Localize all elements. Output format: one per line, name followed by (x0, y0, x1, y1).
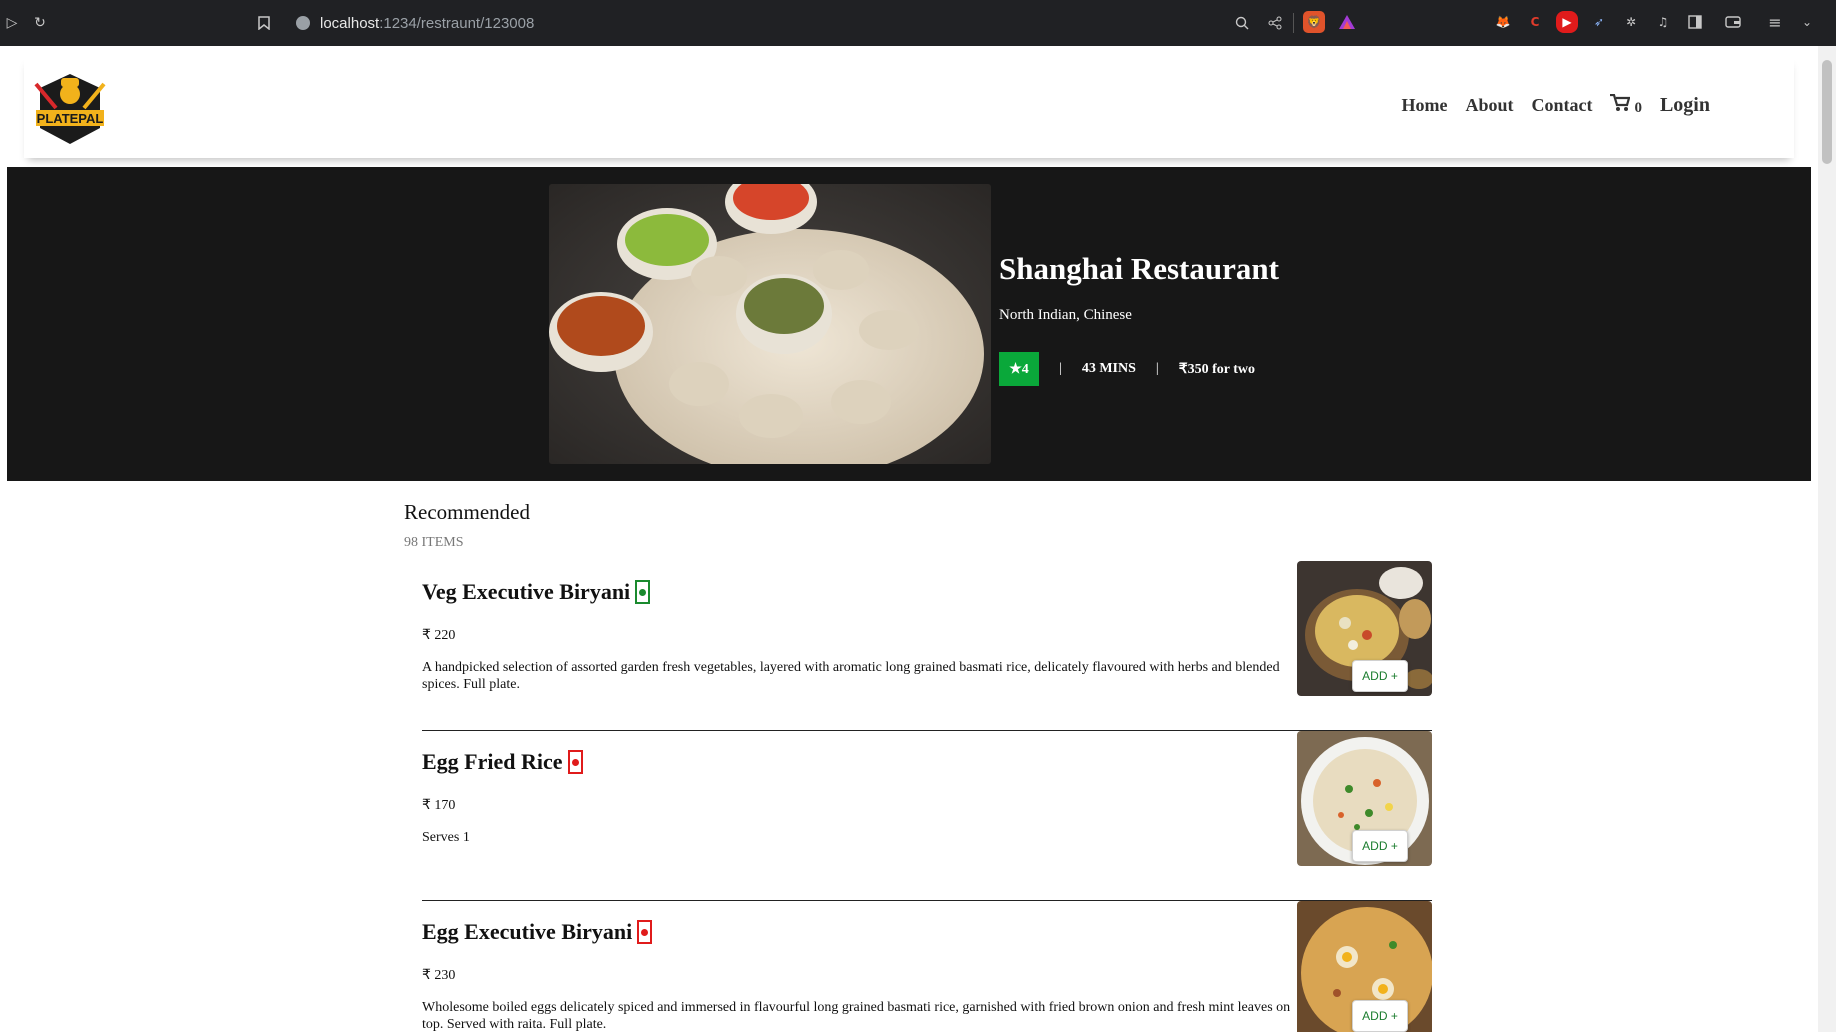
youtube-icon[interactable]: ▶ (1556, 11, 1578, 33)
menu-item: Egg Executive Biryani ₹ 230 Wholesome bo… (422, 901, 1432, 1032)
menu-item: Veg Executive Biryani ₹ 220 A handpicked… (422, 561, 1432, 731)
menu-item-price: ₹ 170 (422, 798, 456, 813)
menu-item-name: Egg Executive Biryani (422, 919, 633, 944)
site-header: PLATEPAL Home About Contact 0 Login (24, 56, 1794, 158)
scrollbar-thumb[interactable] (1822, 60, 1832, 164)
restaurant-hero: Shanghai Restaurant North Indian, Chines… (7, 167, 1811, 481)
menu-item-price: ₹ 220 (422, 628, 456, 643)
url-path: :1234/restraunt/123008 (379, 14, 535, 32)
menu-item-title: Egg Fried Rice (422, 749, 583, 775)
add-to-cart-button[interactable]: ADD + (1352, 660, 1408, 692)
menu-item-description: Wholesome boiled eggs delicately spiced … (422, 1000, 1291, 1032)
restaurant-cuisines: North Indian, Chinese (999, 307, 1132, 323)
add-to-cart-button[interactable]: ADD + (1352, 1000, 1408, 1032)
menu-section: Recommended 98 ITEMS Veg Executive Birya… (404, 500, 1432, 1032)
toolbar-divider (1293, 13, 1294, 33)
zoom-icon[interactable] (1230, 11, 1254, 35)
url-host: localhost (320, 14, 380, 32)
puzzle-icon[interactable]: ✲ (1620, 11, 1642, 33)
play-icon[interactable]: ▷ (0, 11, 24, 35)
reload-icon[interactable]: ↻ (28, 11, 52, 35)
nonveg-indicator-icon (567, 750, 583, 774)
address-bar[interactable]: localhost:1234/restraunt/123008 (296, 10, 534, 36)
delivery-time: 43 MINS (1081, 361, 1136, 376)
brave-icon[interactable]: 🦁 (1303, 11, 1325, 33)
cart-count: 0 (1634, 100, 1642, 116)
login-button[interactable]: Login (1660, 94, 1710, 117)
menu-item: Egg Fried Rice ₹ 170 Serves 1 ADD + (422, 731, 1432, 901)
music-icon[interactable]: ♫ (1652, 11, 1674, 33)
menu-item-description: A handpicked selection of assorted garde… (422, 660, 1280, 692)
menu-item-price: ₹ 230 (422, 968, 456, 983)
share-icon[interactable] (1263, 11, 1287, 35)
chevron-down-icon[interactable]: ⌄ (1796, 11, 1818, 33)
meta-separator: | (1155, 361, 1159, 376)
cost-for-two: ₹350 for two (1178, 361, 1255, 377)
menu-item-title: Egg Executive Biryani (422, 919, 653, 945)
menu-item-title: Veg Executive Biryani (422, 579, 651, 605)
restaurant-meta: ★4 | 43 MINS | ₹350 for two (999, 352, 1279, 386)
platepal-logo[interactable]: PLATEPAL (30, 70, 110, 146)
menu-section-title[interactable]: Recommended (404, 500, 1432, 525)
logo-text: PLATEPAL (37, 111, 104, 126)
nav-about[interactable]: About (1465, 95, 1513, 116)
metamask-icon[interactable]: 🦊 (1492, 11, 1514, 33)
nav-home[interactable]: Home (1401, 95, 1447, 116)
add-to-cart-button[interactable]: ADD + (1352, 830, 1408, 862)
veg-indicator-icon (635, 580, 651, 604)
rating-badge: ★4 (999, 352, 1039, 386)
menu-item-name: Veg Executive Biryani (422, 579, 631, 604)
menu-item-name: Egg Fried Rice (422, 749, 563, 774)
site-info-icon[interactable] (296, 16, 310, 30)
cart-button[interactable]: 0 (1610, 93, 1642, 117)
wallet-icon[interactable] (1722, 11, 1744, 33)
nonveg-indicator-icon (637, 920, 653, 944)
extension-c-icon[interactable]: C (1524, 11, 1546, 33)
cart-icon (1610, 93, 1631, 117)
restaurant-info: Shanghai Restaurant North Indian, Chines… (999, 251, 1279, 386)
menu-item-description: Serves 1 (422, 830, 470, 845)
restaurant-image (549, 184, 991, 464)
menu-item-count: 98 ITEMS (404, 535, 464, 550)
nav-contact[interactable]: Contact (1531, 95, 1592, 116)
menu-icon[interactable]: ≡ (1764, 11, 1786, 33)
rewards-icon[interactable] (1336, 11, 1358, 33)
restaurant-name: Shanghai Restaurant (999, 251, 1279, 286)
sidebar-icon[interactable] (1684, 11, 1706, 33)
meta-separator: | (1059, 361, 1062, 376)
browser-toolbar: ▷ ↻ localhost:1234/restraunt/123008 🦁 🦊 … (0, 0, 1836, 46)
page-scrollbar[interactable] (1818, 46, 1836, 1032)
cursor-icon[interactable]: ➶ (1588, 11, 1610, 33)
bookmark-icon[interactable] (252, 11, 276, 35)
main-nav: Home About Contact 0 Login (1401, 93, 1710, 117)
